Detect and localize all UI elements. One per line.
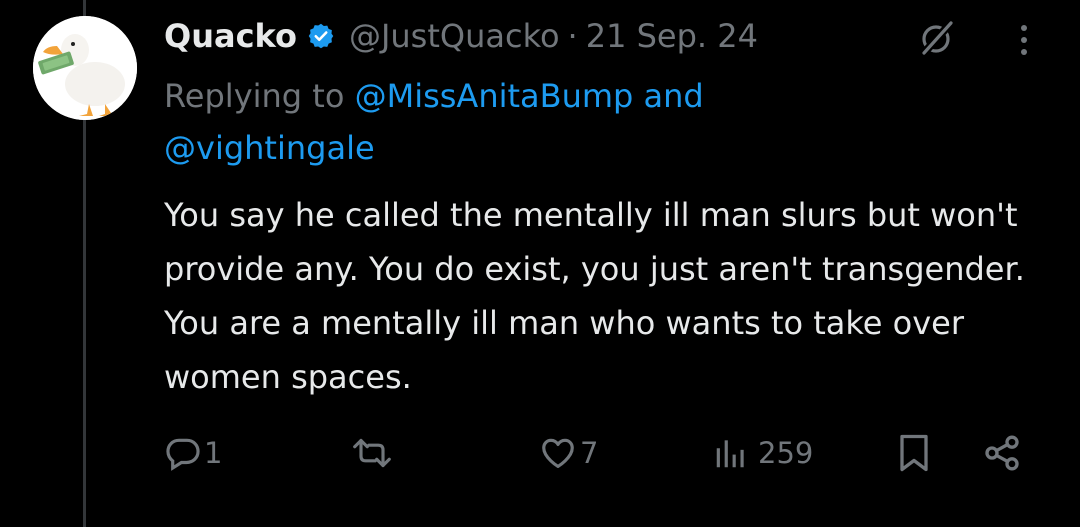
replying-to-label: Replying to xyxy=(164,77,345,115)
like-count: 7 xyxy=(580,436,599,470)
share-button[interactable] xyxy=(982,428,1022,478)
share-icon xyxy=(985,435,1019,471)
tweet-text: You say he called the mentally ill man s… xyxy=(164,196,1025,396)
more-options-icon[interactable] xyxy=(1018,20,1030,60)
tweet-header: Quacko @JustQuacko · 21 Sep. 24 xyxy=(164,14,758,58)
tweet-action-bar: 1 7 259 xyxy=(0,428,1080,478)
bookmark-button[interactable] xyxy=(896,428,932,478)
analytics-bar-icon xyxy=(716,440,744,468)
reply-icon xyxy=(166,438,200,471)
grok-icon[interactable] xyxy=(916,18,956,58)
duck-avatar-image xyxy=(33,16,137,120)
replying-to-and: and xyxy=(643,77,704,115)
reply-button[interactable]: 1 xyxy=(164,428,222,478)
user-handle[interactable]: @JustQuacko xyxy=(349,17,560,55)
replying-to-user-link[interactable]: @MissAnitaBump xyxy=(355,77,634,115)
heart-icon xyxy=(542,438,574,469)
views-count: 259 xyxy=(758,436,814,470)
retweet-button[interactable] xyxy=(350,428,396,478)
header-separator: · xyxy=(567,17,578,55)
display-name[interactable]: Quacko xyxy=(164,17,297,55)
reply-count: 1 xyxy=(204,436,223,470)
avatar[interactable] xyxy=(33,16,137,120)
replying-to-user-link[interactable]: @vightingale xyxy=(164,129,375,167)
like-button[interactable]: 7 xyxy=(538,428,598,478)
verified-badge-icon xyxy=(308,23,334,49)
tweet-date[interactable]: 21 Sep. 24 xyxy=(586,17,758,55)
replying-to-line: Replying to @MissAnitaBump and @vighting… xyxy=(164,70,864,174)
views-button[interactable]: 259 xyxy=(712,428,813,478)
bookmark-icon xyxy=(900,434,928,472)
retweet-icon xyxy=(353,438,391,468)
